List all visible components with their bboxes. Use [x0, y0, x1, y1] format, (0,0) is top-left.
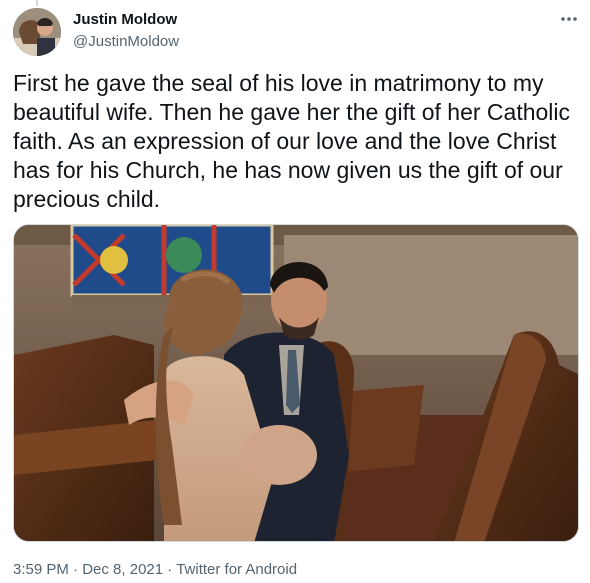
tweet-photo[interactable]: [13, 224, 579, 542]
more-options-icon[interactable]: [556, 8, 582, 30]
tweet-date[interactable]: Dec 8, 2021: [82, 561, 163, 578]
avatar-image: [13, 8, 61, 56]
tweet-metadata: 3:59 PM · Dec 8, 2021 · Twitter for Andr…: [13, 561, 297, 578]
author-handle[interactable]: @JustinMoldow: [73, 33, 179, 50]
tweet-text: First he gave the seal of his love in ma…: [13, 70, 577, 212]
author-name[interactable]: Justin Moldow: [73, 11, 177, 28]
photo-couple-in-church: [14, 225, 578, 541]
meta-separator: ·: [73, 561, 79, 578]
avatar[interactable]: [13, 8, 61, 56]
tweet-time[interactable]: 3:59 PM: [13, 561, 69, 578]
tweet-source[interactable]: Twitter for Android: [176, 561, 297, 578]
meta-separator: ·: [167, 561, 173, 578]
thread-connector-line: [36, 0, 38, 6]
